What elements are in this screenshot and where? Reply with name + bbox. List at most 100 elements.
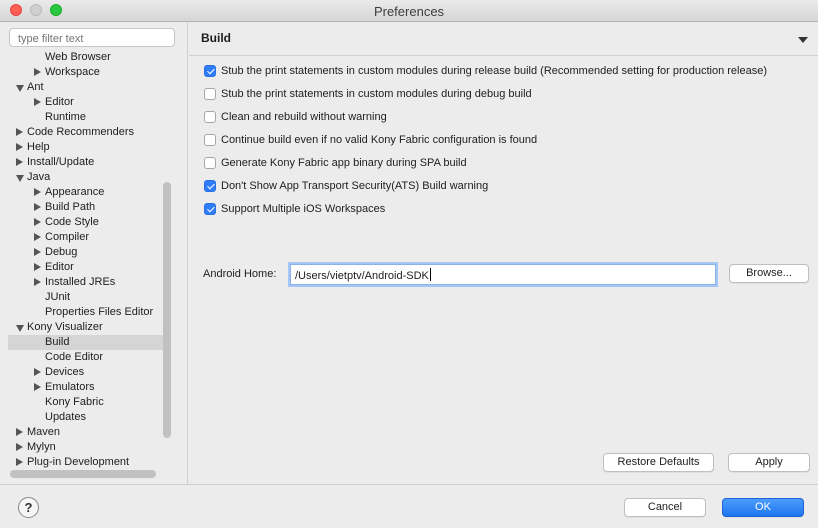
collapsed-chevron-icon[interactable] [34,263,41,271]
sidebar-item-label: Plug-in Development [27,456,130,468]
sidebar-item[interactable]: Updates [8,410,168,425]
apply-button[interactable]: Apply [728,453,810,472]
option-checkbox[interactable] [204,180,216,192]
sidebar-item[interactable]: Plug-in Development [8,455,168,468]
tree-horizontal-scrollbar[interactable] [10,470,156,478]
sidebar-item-label: Runtime [45,111,86,123]
sidebar-item-label: Appearance [45,186,105,198]
collapsed-chevron-icon[interactable] [16,158,23,166]
sidebar-item[interactable]: Compiler [8,230,168,245]
sidebar-item[interactable]: Mylyn [8,440,168,455]
sidebar-item[interactable]: Devices [8,365,168,380]
collapsed-chevron-icon[interactable] [34,383,41,391]
sidebar-item[interactable]: Code Recommenders [8,125,168,140]
option-label: Don't Show App Transport Security(ATS) B… [221,180,489,192]
sidebar-item-label: Workspace [45,66,100,78]
option-label: Continue build even if no valid Kony Fab… [221,134,538,146]
collapsed-chevron-icon[interactable] [16,143,23,151]
sidebar-item-label: Build Path [45,201,96,213]
sidebar-item[interactable]: Install/Update [8,155,168,170]
option-checkbox[interactable] [204,65,216,77]
cancel-button[interactable]: Cancel [624,498,706,517]
option-checkbox[interactable] [204,203,216,215]
collapsed-chevron-icon[interactable] [34,368,41,376]
sidebar-item-label: Installed JREs [45,276,116,288]
sidebar-item-label: Updates [45,411,86,423]
sidebar-item[interactable]: Workspace [8,65,168,80]
filter-input[interactable] [9,28,175,47]
sidebar-item-label: Kony Visualizer [27,321,103,333]
sidebar-item[interactable]: Java [8,170,168,185]
title-bar: Preferences [0,0,818,22]
collapsed-chevron-icon[interactable] [16,428,23,436]
option-checkbox[interactable] [204,88,216,100]
sidebar-item[interactable]: Build [8,335,168,350]
collapsed-chevron-icon[interactable] [34,248,41,256]
option-label: Stub the print statements in custom modu… [221,65,768,77]
sidebar-item-label: Install/Update [27,156,95,168]
preferences-window: Preferences Web BrowserWorkspaceAntEdito… [0,0,818,528]
sidebar-item[interactable]: Properties Files Editor [8,305,168,320]
collapsed-chevron-icon[interactable] [34,218,41,226]
sidebar-item-label: Devices [45,366,85,378]
sidebar-item[interactable]: Emulators [8,380,168,395]
sidebar-item[interactable]: Editor [8,260,168,275]
android-home-value: /Users/vietptv/Android-SDK [295,270,429,282]
sidebar-item[interactable]: Code Editor [8,350,168,365]
sidebar-item[interactable]: Web Browser [8,50,168,65]
android-home-input[interactable]: /Users/vietptv/Android-SDK [290,264,716,285]
option-label: Generate Kony Fabric app binary during S… [221,157,467,169]
option-label: Support Multiple iOS Workspaces [221,203,386,215]
sidebar-item-label: Code Editor [45,351,104,363]
window-title: Preferences [373,4,445,19]
option-checkbox[interactable] [204,157,216,169]
option-checkbox[interactable] [204,134,216,146]
collapsed-chevron-icon[interactable] [34,188,41,196]
title-divider [189,55,818,56]
ok-button[interactable]: OK [722,498,804,517]
sidebar-item[interactable]: Installed JREs [8,275,168,290]
expanded-chevron-icon[interactable] [16,85,24,92]
collapsed-chevron-icon[interactable] [34,203,41,211]
sidebar-item[interactable]: JUnit [8,290,168,305]
expanded-chevron-icon[interactable] [16,175,24,182]
sidebar-item-label: Help [27,141,50,153]
browse-button[interactable]: Browse... [729,264,809,283]
sidebar-splitter[interactable] [187,22,188,484]
sidebar-item-label: Code Style [45,216,99,228]
collapsed-chevron-icon[interactable] [16,443,23,451]
sidebar-item[interactable]: Code Style [8,215,168,230]
sidebar-item-label: Build [45,336,70,348]
sidebar-item[interactable]: Help [8,140,168,155]
sidebar-item-label: Editor [45,96,74,108]
preferences-sidebar: Web BrowserWorkspaceAntEditorRuntimeCode… [0,22,183,484]
collapsed-chevron-icon[interactable] [34,68,41,76]
collapsed-chevron-icon[interactable] [34,233,41,241]
expanded-chevron-icon[interactable] [16,325,24,332]
sidebar-item[interactable]: Debug [8,245,168,260]
android-home-label: Android Home: [203,268,277,280]
sidebar-item[interactable]: Maven [8,425,168,440]
sidebar-item-label: Ant [27,81,44,93]
sidebar-item[interactable]: Kony Visualizer [8,320,168,335]
collapsed-chevron-icon[interactable] [34,98,41,106]
sidebar-item-label: Maven [27,426,61,438]
sidebar-item[interactable]: Kony Fabric [8,395,168,410]
sidebar-item-label: Mylyn [27,441,56,453]
sidebar-item[interactable]: Runtime [8,110,168,125]
collapsed-chevron-icon[interactable] [16,128,23,136]
sidebar-item[interactable]: Appearance [8,185,168,200]
sidebar-item-label: Code Recommenders [27,126,134,138]
tree-vertical-scrollbar[interactable] [163,182,171,438]
sidebar-item[interactable]: Ant [8,80,168,95]
sidebar-item[interactable]: Build Path [8,200,168,215]
sidebar-item[interactable]: Editor [8,95,168,110]
restore-defaults-button[interactable]: Restore Defaults [603,453,714,472]
collapsed-chevron-icon[interactable] [16,458,23,466]
option-checkbox[interactable] [204,111,216,123]
collapsed-chevron-icon[interactable] [34,278,41,286]
view-menu-icon[interactable] [798,37,808,43]
sidebar-item-label: Compiler [45,231,90,243]
sidebar-item-label: Properties Files Editor [45,306,154,318]
help-icon[interactable]: ? [18,497,39,518]
